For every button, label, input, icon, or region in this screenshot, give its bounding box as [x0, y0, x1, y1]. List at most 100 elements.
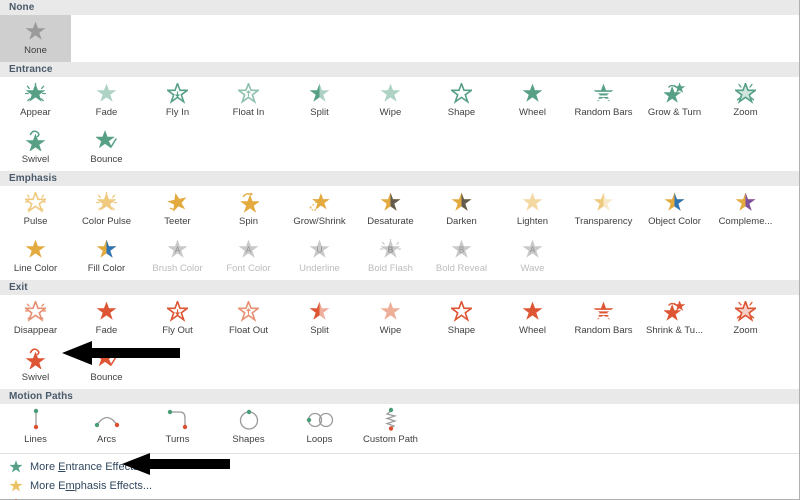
- path-arcs-icon: [92, 407, 122, 433]
- effect-emphasis-desaturate[interactable]: Desaturate: [355, 186, 426, 233]
- effect-exit-wipe[interactable]: Wipe: [355, 295, 426, 342]
- effect-emphasis-bold-reveal: B Bold Reveal: [426, 233, 497, 280]
- star-half-icon: [309, 298, 330, 324]
- path-shapes-icon: [235, 407, 263, 433]
- effect-motion-paths-arcs[interactable]: Arcs: [71, 404, 142, 451]
- star-twotone-icon: [735, 189, 756, 215]
- effect-entrance-wipe[interactable]: Wipe: [355, 77, 426, 124]
- effect-label: Desaturate: [367, 216, 414, 227]
- effect-emphasis-object-color[interactable]: Object Color: [639, 186, 710, 233]
- effect-exit-fly-out[interactable]: Fly Out: [142, 295, 213, 342]
- star-letter-icon: B: [451, 236, 472, 262]
- menu-separator: [0, 453, 799, 454]
- effect-motion-paths-turns[interactable]: Turns: [142, 404, 213, 451]
- effect-label: Zoom: [733, 325, 758, 336]
- effect-label: Turns: [165, 434, 190, 445]
- star-letter-b-icon: B: [380, 236, 401, 262]
- effect-label: Font Color: [226, 263, 271, 274]
- effect-label: Custom Path: [363, 434, 418, 445]
- effect-exit-shape[interactable]: Shape: [426, 295, 497, 342]
- star-swivel-icon: [25, 345, 46, 371]
- effect-motion-paths-shapes[interactable]: Shapes: [213, 404, 284, 451]
- effect-emphasis-spin[interactable]: Spin: [213, 186, 284, 233]
- effect-label: Fade: [95, 325, 118, 336]
- path-turns-icon: [164, 407, 192, 433]
- star-plain-icon: [522, 298, 543, 324]
- effect-exit-random-bars[interactable]: Random Bars: [568, 295, 639, 342]
- effect-emphasis-compleme[interactable]: Compleme...: [710, 186, 781, 233]
- star-grow-icon: [664, 80, 685, 106]
- effect-exit-shrink-tu[interactable]: Shrink & Tu...: [639, 295, 710, 342]
- effect-label: Underline: [299, 263, 340, 274]
- star-bounce-icon: [96, 345, 117, 371]
- effect-entrance-swivel[interactable]: Swivel: [0, 124, 71, 171]
- effect-motion-paths-loops[interactable]: Loops: [284, 404, 355, 451]
- effect-label: Pulse: [23, 216, 48, 227]
- svg-text:A: A: [175, 245, 181, 254]
- effect-emphasis-pulse[interactable]: Pulse: [0, 186, 71, 233]
- effect-entrance-bounce[interactable]: Bounce: [71, 124, 142, 171]
- effect-entrance-appear[interactable]: Appear: [0, 77, 71, 124]
- effect-emphasis-teeter[interactable]: Teeter: [142, 186, 213, 233]
- effect-exit-bounce[interactable]: Bounce: [71, 342, 142, 389]
- effect-emphasis-line-color[interactable]: Line Color: [0, 233, 71, 280]
- effect-motion-paths-custom-path[interactable]: Custom Path: [355, 404, 426, 451]
- effect-entrance-grow-turn[interactable]: Grow & Turn: [639, 77, 710, 124]
- section-body-entrance: Appear Fade Fly In Float In Split Wipe Shape Wh…: [0, 77, 799, 171]
- effect-emphasis-wave: A Wave: [497, 233, 568, 280]
- effect-label: Wipe: [379, 325, 402, 336]
- effect-motion-paths-lines[interactable]: Lines: [0, 404, 71, 451]
- effect-emphasis-font-color: A Font Color: [213, 233, 284, 280]
- effect-entrance-split[interactable]: Split: [284, 77, 355, 124]
- star-plain-icon: [96, 298, 117, 324]
- effect-exit-disappear[interactable]: Disappear: [0, 295, 71, 342]
- star-burst-icon: [25, 80, 46, 106]
- effect-exit-zoom[interactable]: Zoom: [710, 295, 781, 342]
- effect-label: None: [24, 45, 47, 56]
- effect-entrance-float-in[interactable]: Float In: [213, 77, 284, 124]
- star-swivel-icon: [25, 127, 46, 153]
- effect-label: Bounce: [90, 372, 123, 383]
- effect-none-none[interactable]: None: [0, 15, 71, 62]
- effect-entrance-wheel[interactable]: Wheel: [497, 77, 568, 124]
- effect-emphasis-transparency[interactable]: Transparency: [568, 186, 639, 233]
- menu-item-label: More Entrance Effects...: [30, 460, 148, 473]
- effect-entrance-random-bars[interactable]: Random Bars: [568, 77, 639, 124]
- effect-label: Float In: [232, 107, 265, 118]
- star-bars-icon: [593, 298, 614, 324]
- star-teeter-icon: [167, 189, 188, 215]
- effect-emphasis-grow-shrink[interactable]: Grow/Shrink: [284, 186, 355, 233]
- effect-label: Zoom: [733, 107, 758, 118]
- effect-label: Grow/Shrink: [293, 216, 346, 227]
- effect-entrance-zoom[interactable]: Zoom: [710, 77, 781, 124]
- effect-emphasis-fill-color[interactable]: Fill Color: [71, 233, 142, 280]
- section-header-none: None: [0, 0, 799, 15]
- svg-text:A: A: [246, 245, 252, 254]
- effect-label: Shapes: [232, 434, 265, 445]
- effect-emphasis-darken[interactable]: Darken: [426, 186, 497, 233]
- effect-label: Wheel: [519, 325, 546, 336]
- menu-item-more-exit[interactable]: More Exit Effects...: [0, 495, 799, 500]
- path-lines-icon: [23, 407, 49, 433]
- effect-exit-split[interactable]: Split: [284, 295, 355, 342]
- effect-entrance-fly-in[interactable]: Fly In: [142, 77, 213, 124]
- menu-item-more-entrance[interactable]: More Entrance Effects...: [0, 457, 799, 476]
- effect-label: Fade: [95, 107, 118, 118]
- star-plain-icon: [522, 80, 543, 106]
- effect-entrance-shape[interactable]: Shape: [426, 77, 497, 124]
- section-header-emphasis: Emphasis: [0, 171, 799, 186]
- effect-exit-wheel[interactable]: Wheel: [497, 295, 568, 342]
- effect-exit-fade[interactable]: Fade: [71, 295, 142, 342]
- effect-exit-float-out[interactable]: Float Out: [213, 295, 284, 342]
- effect-emphasis-lighten[interactable]: Lighten: [497, 186, 568, 233]
- effect-label: Bold Flash: [368, 263, 413, 274]
- menu-item-more-emphasis[interactable]: More Emphasis Effects...: [0, 476, 799, 495]
- effect-label: Spin: [238, 216, 258, 227]
- effect-exit-swivel[interactable]: Swivel: [0, 342, 71, 389]
- star-outline-in-icon: [167, 298, 188, 324]
- effect-emphasis-brush-color: A Brush Color: [142, 233, 213, 280]
- effect-emphasis-color-pulse[interactable]: Color Pulse: [71, 186, 142, 233]
- star-twotone-icon: [96, 236, 117, 262]
- effect-label: Wave: [520, 263, 545, 274]
- effect-entrance-fade[interactable]: Fade: [71, 77, 142, 124]
